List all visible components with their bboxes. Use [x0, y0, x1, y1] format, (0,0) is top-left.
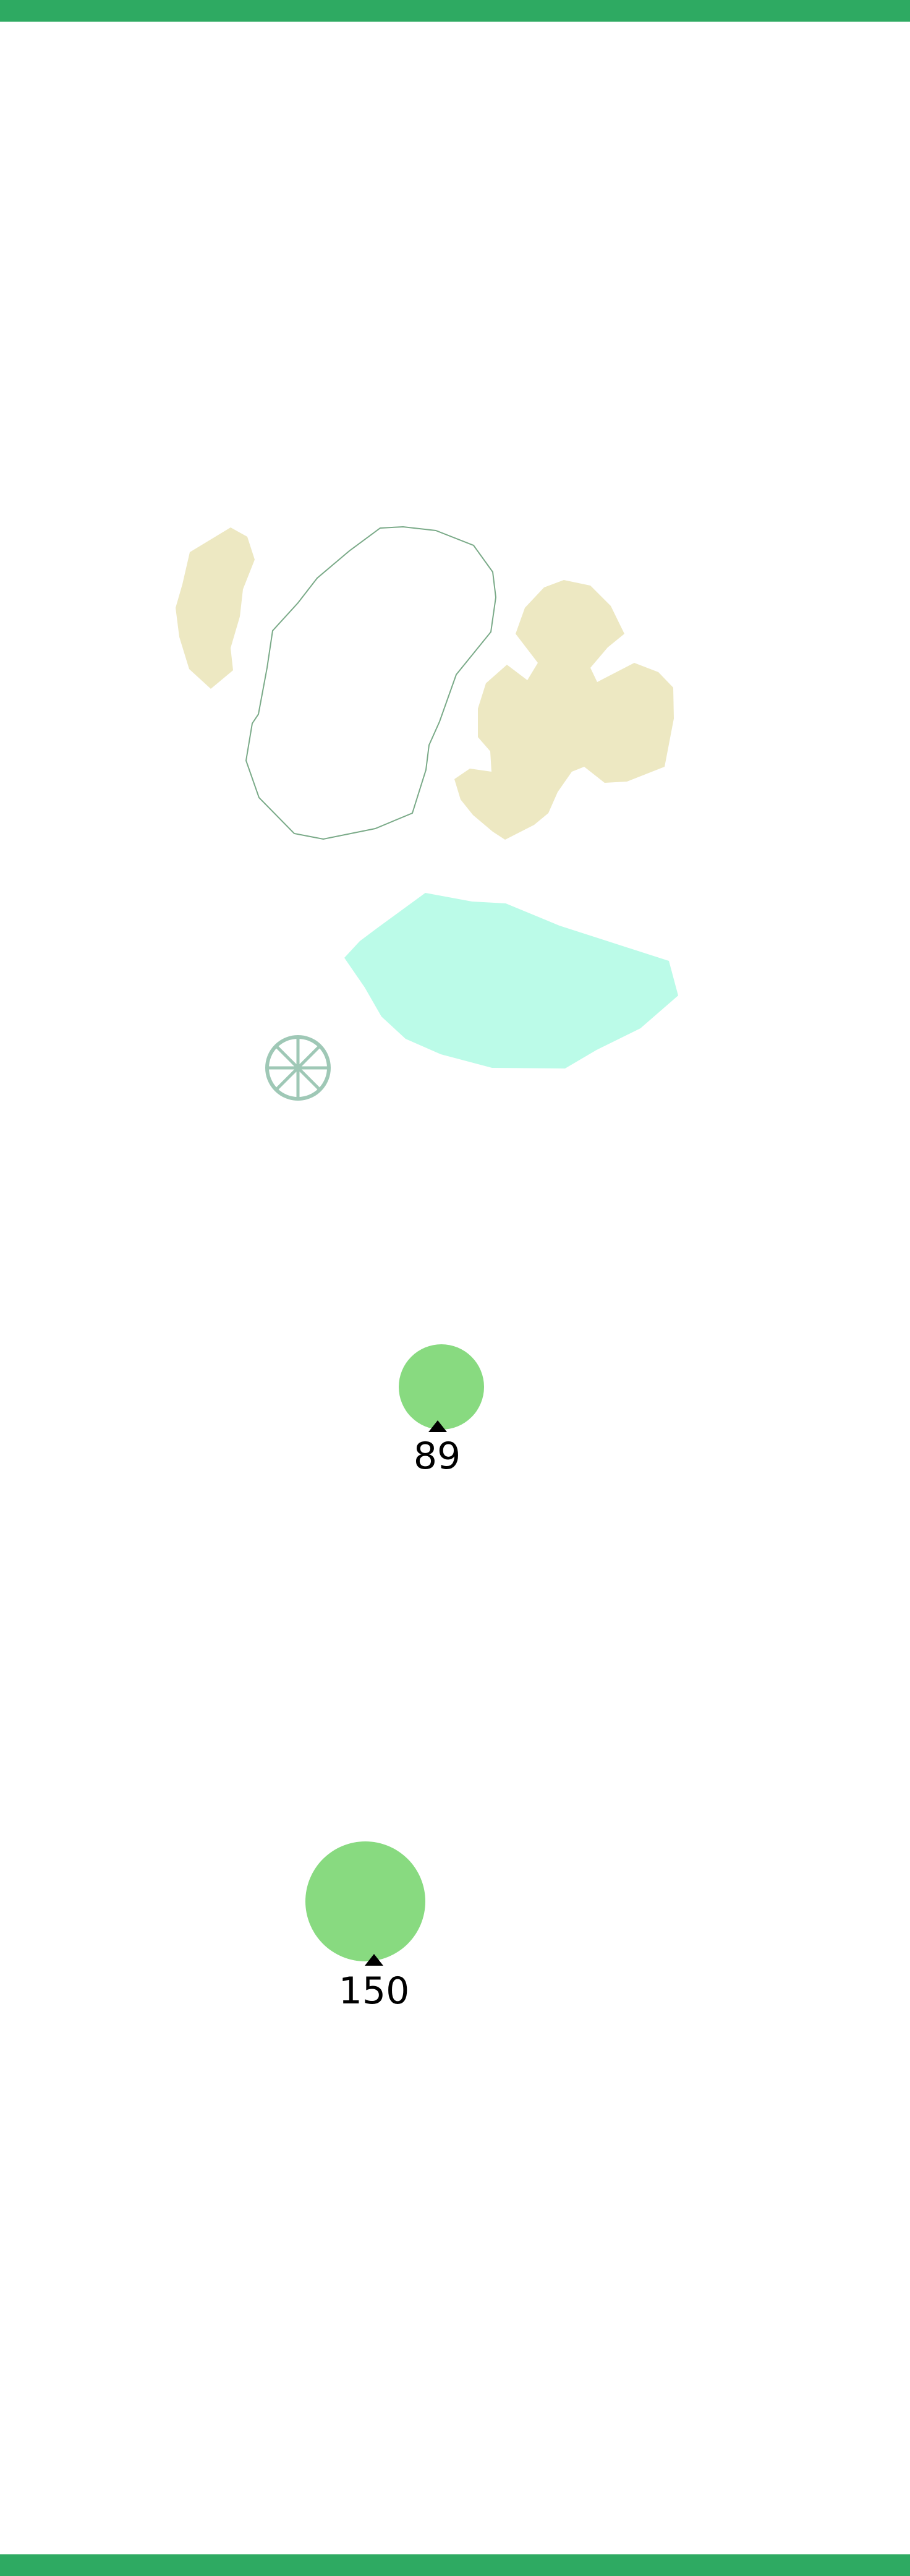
bunker-right: [454, 580, 674, 840]
bottom-border-band: [0, 2554, 910, 2576]
putting-green-outline: [245, 526, 497, 840]
tree-2: [305, 1841, 425, 1961]
bunker-left: [176, 527, 255, 689]
distance-marker-label-150: 150: [339, 1969, 410, 2013]
water-hazard: [344, 893, 678, 1068]
hole-map: 89 150: [176, 526, 678, 2013]
distance-marker-label-89: 89: [414, 1435, 461, 1478]
sprinkler-head-icon: [265, 1035, 331, 1101]
tree-1: [399, 1344, 484, 1430]
